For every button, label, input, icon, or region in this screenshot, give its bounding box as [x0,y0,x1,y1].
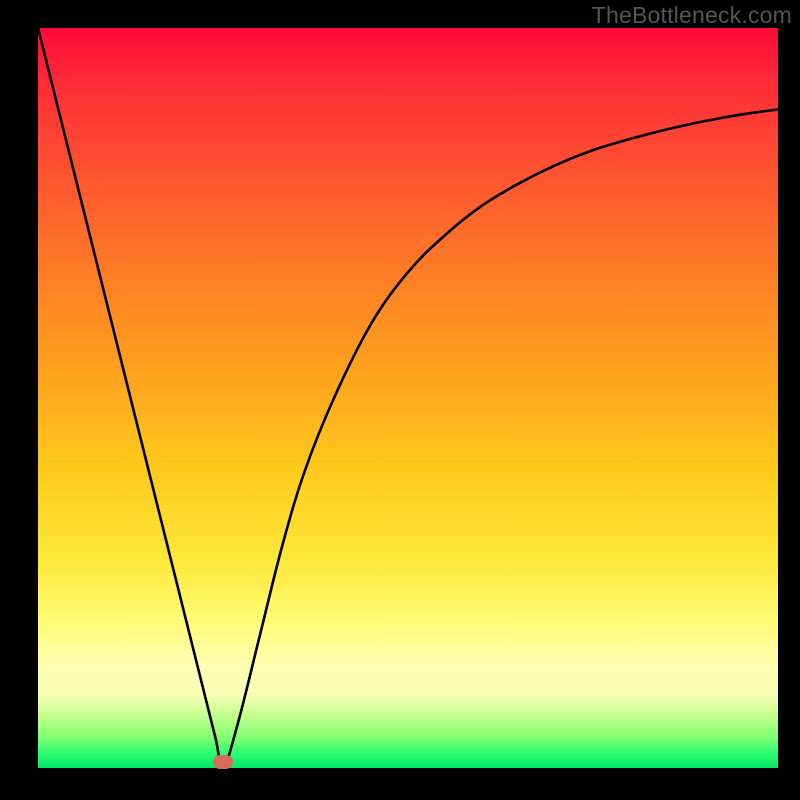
optimal-point-marker [213,755,233,769]
plot-area [38,28,778,768]
watermark-text: TheBottleneck.com [592,2,792,29]
bottleneck-curve [38,28,778,768]
chart-frame: TheBottleneck.com [0,0,800,800]
